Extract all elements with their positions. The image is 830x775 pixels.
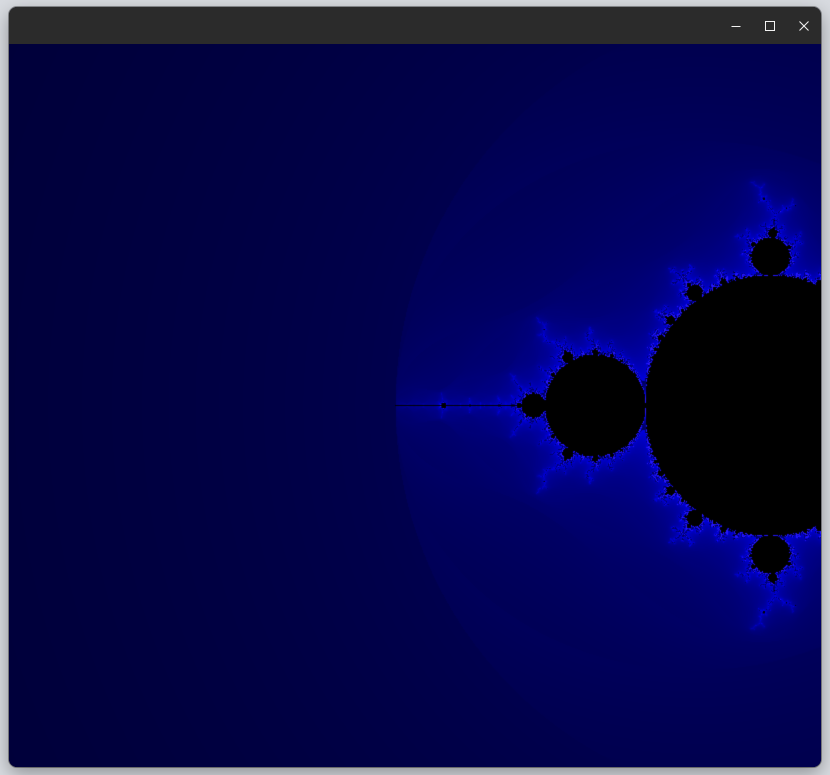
minimize-button[interactable] xyxy=(719,7,753,44)
maximize-button[interactable] xyxy=(753,7,787,44)
close-icon xyxy=(799,20,809,31)
title-bar[interactable] xyxy=(9,7,821,44)
render-area[interactable] xyxy=(9,44,821,767)
minimize-icon xyxy=(731,25,741,27)
mandelbrot-canvas[interactable] xyxy=(9,44,821,767)
close-button[interactable] xyxy=(787,7,821,44)
maximize-icon xyxy=(765,20,775,31)
app-window xyxy=(9,7,821,767)
window-controls xyxy=(719,7,821,44)
